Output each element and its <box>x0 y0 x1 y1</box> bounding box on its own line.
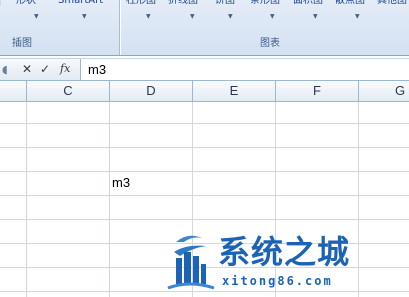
ribbon: | 形状 SmartArt ▼ ▼ 柱形图 折线图 饼图 条形图 面积图 散点图… <box>0 0 409 56</box>
illustrations-group-label: 插图 <box>12 38 32 49</box>
watermark: 系统之城 xitong86.com <box>162 228 409 297</box>
chevron-down-icon[interactable]: ▼ <box>270 13 275 21</box>
ribbon-separator <box>119 0 120 55</box>
chevron-down-icon[interactable]: ▼ <box>146 13 151 21</box>
grid-line <box>0 195 409 196</box>
smartart-button[interactable]: SmartArt <box>58 0 103 8</box>
pie-chart-button[interactable]: 饼图 <box>215 0 235 8</box>
column-header-c[interactable]: C <box>27 81 110 101</box>
column-chart-button[interactable]: 柱形图 <box>126 0 156 8</box>
column-header-e[interactable]: E <box>193 81 276 101</box>
cell-d-value[interactable]: m3 <box>112 174 130 192</box>
chevron-down-icon[interactable]: ▼ <box>190 13 195 21</box>
line-chart-button[interactable]: 折线图 <box>168 0 198 8</box>
watermark-title: 系统之城 <box>218 233 351 271</box>
column-header-g[interactable]: G <box>359 81 409 101</box>
scatter-chart-button[interactable]: 散点图 <box>335 0 365 8</box>
area-chart-button[interactable]: 面积图 <box>293 0 323 8</box>
column-header-b[interactable] <box>0 81 27 101</box>
city-logo-icon <box>167 235 215 290</box>
ribbon-clipped-item: | <box>0 0 4 8</box>
other-charts-button[interactable]: 其他图 <box>377 0 407 8</box>
chevron-down-icon[interactable]: ▼ <box>355 13 360 21</box>
chevron-down-icon[interactable]: ▼ <box>34 13 39 21</box>
shapes-button[interactable]: 形状 <box>16 0 36 8</box>
grid-line <box>0 147 409 148</box>
watermark-url: xitong86.com <box>222 274 333 288</box>
enter-icon[interactable]: ✓ <box>40 61 50 77</box>
column-header-f[interactable]: F <box>276 81 359 101</box>
scroll-icon[interactable]: ◖ <box>2 62 8 78</box>
formula-bar: ◖ ✕ ✓ fx m3 <box>0 58 409 81</box>
grid-line <box>0 171 409 172</box>
formula-input[interactable]: m3 <box>81 59 409 80</box>
grid-line <box>0 123 409 124</box>
column-headers: C D E F G <box>0 81 409 102</box>
cancel-icon[interactable]: ✕ <box>22 61 32 77</box>
chevron-down-icon[interactable]: ▼ <box>313 13 318 21</box>
formula-bar-controls: ◖ ✕ ✓ fx <box>0 59 81 80</box>
bar-chart-button[interactable]: 条形图 <box>250 0 280 8</box>
chevron-down-icon[interactable]: ▼ <box>228 13 233 21</box>
chevron-down-icon[interactable]: ▼ <box>82 13 87 21</box>
fx-icon[interactable]: fx <box>60 61 70 77</box>
grid-line <box>0 219 409 220</box>
charts-group-label: 图表 <box>260 38 280 49</box>
column-header-d[interactable]: D <box>110 81 193 101</box>
